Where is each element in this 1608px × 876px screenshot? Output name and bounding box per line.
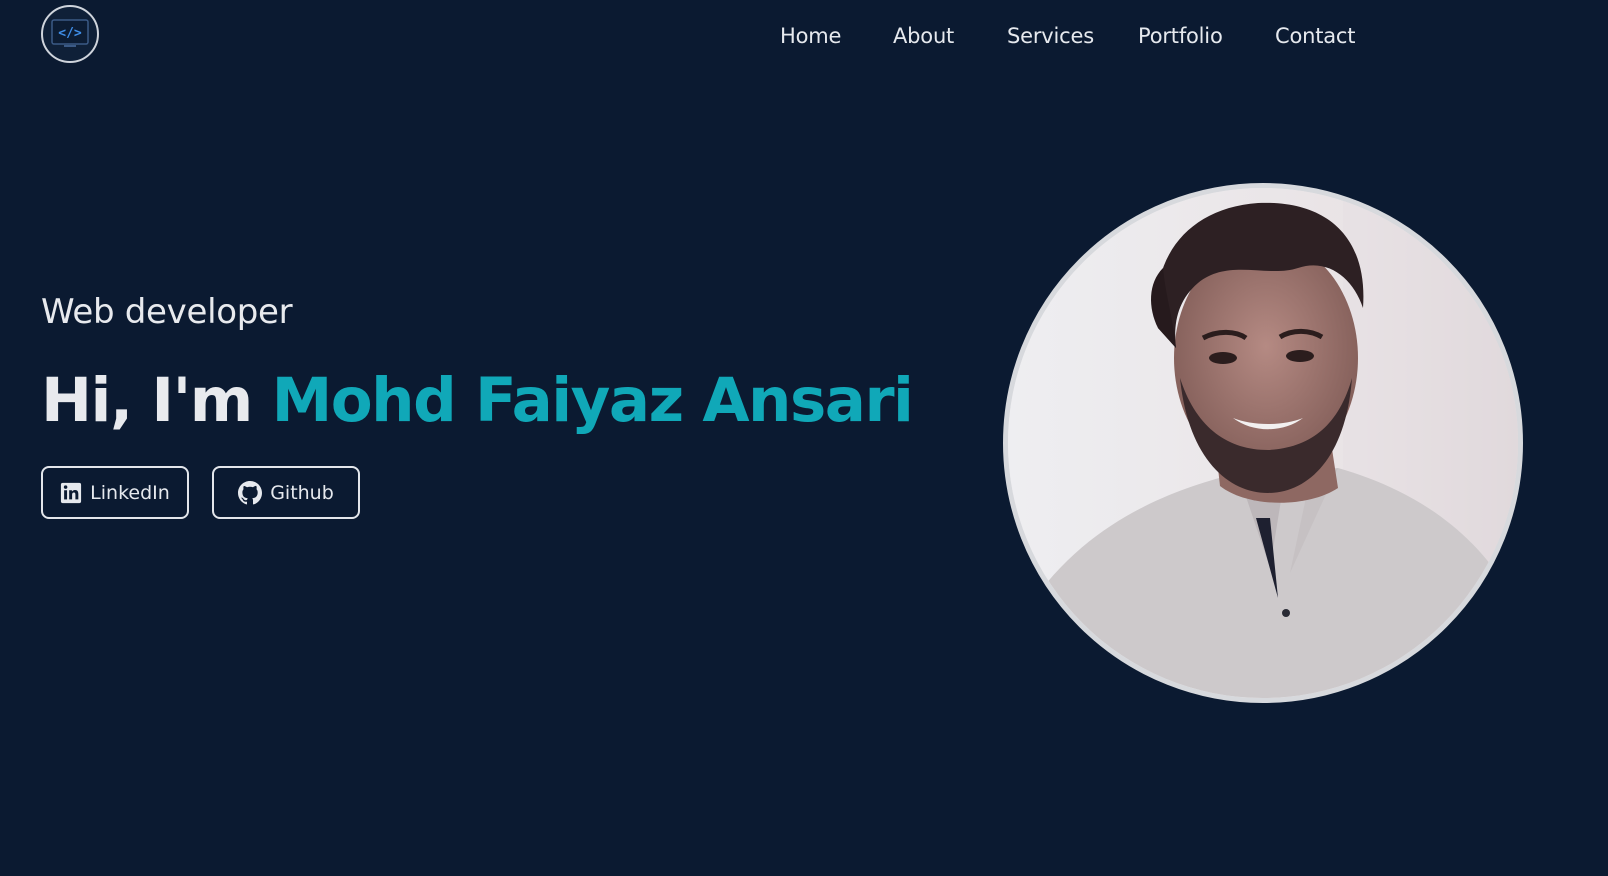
nav-home[interactable]: Home: [780, 22, 841, 50]
hero-greeting: Hi, I'm: [41, 365, 253, 436]
github-button[interactable]: Github: [212, 466, 360, 519]
profile-portrait: [1008, 188, 1518, 698]
nav-services[interactable]: Services: [1007, 22, 1094, 50]
nav-portfolio[interactable]: Portfolio: [1138, 22, 1223, 50]
hero-role: Web developer: [41, 292, 293, 332]
profile-photo: [1003, 183, 1523, 703]
svg-text:</>: </>: [58, 26, 82, 41]
linkedin-button[interactable]: LinkedIn: [41, 466, 189, 519]
site-logo[interactable]: </>: [41, 5, 99, 63]
linkedin-icon: [61, 482, 82, 503]
code-brackets-icon: </>: [51, 19, 89, 47]
hero-name: Mohd Faiyaz Ansari: [271, 365, 914, 436]
linkedin-button-label: LinkedIn: [90, 481, 170, 504]
hero-headline: Hi, I'm Mohd Faiyaz Ansari: [41, 365, 914, 436]
github-icon: [238, 480, 263, 504]
nav-about[interactable]: About: [893, 22, 954, 50]
github-button-label: Github: [270, 481, 334, 504]
nav-contact[interactable]: Contact: [1275, 22, 1356, 50]
